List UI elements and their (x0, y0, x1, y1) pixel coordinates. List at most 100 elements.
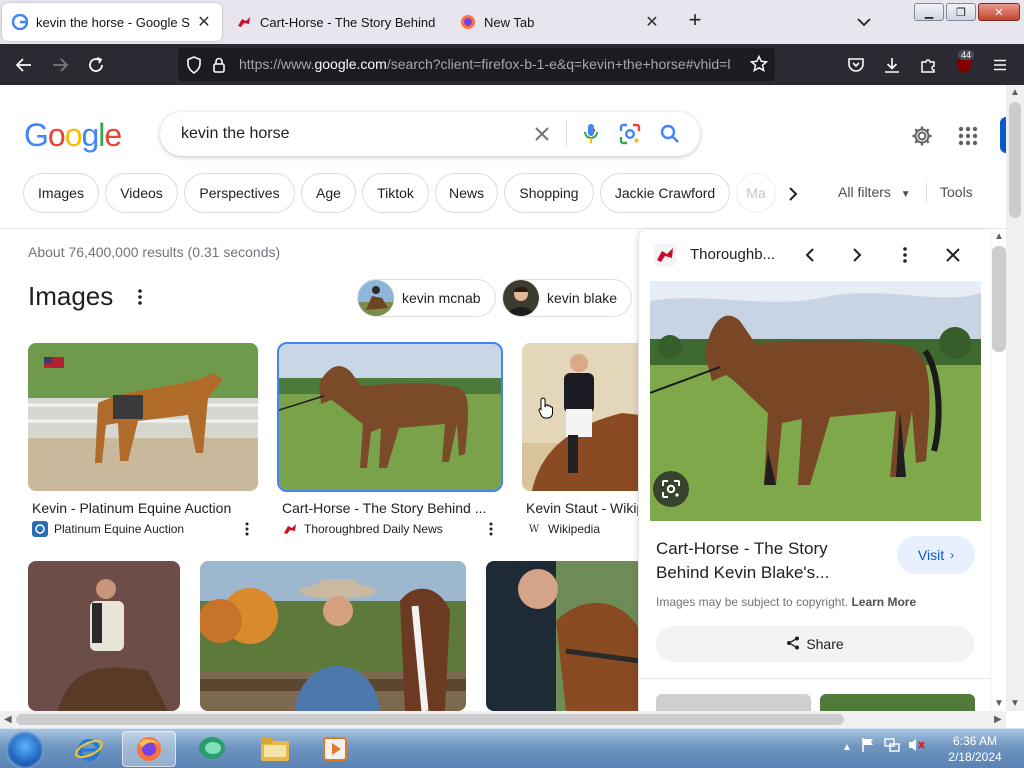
internet-explorer-icon[interactable] (62, 731, 116, 767)
chip-more[interactable]: Ma (736, 173, 776, 213)
share-label: Share (806, 636, 844, 652)
related-label: kevin mcnab (402, 290, 481, 306)
file-explorer-folder-icon[interactable] (248, 731, 302, 767)
chat-app-icon[interactable] (185, 731, 239, 767)
tdn-favicon-icon (236, 14, 252, 30)
preview-site-name[interactable]: Thoroughb... (690, 246, 775, 263)
more-options-icon[interactable] (243, 521, 251, 537)
avatar (358, 280, 394, 316)
back-arrow-icon[interactable] (11, 52, 37, 78)
scroll-left-arrow-icon[interactable]: ◀ (4, 714, 12, 725)
bookmark-star-icon[interactable] (749, 54, 769, 78)
chip-age[interactable]: Age (301, 173, 356, 213)
close-tab-icon[interactable]: ✕ (644, 12, 660, 32)
related-kevin-blake[interactable]: kevin blake (502, 279, 633, 317)
voice-search-mic-icon[interactable] (580, 123, 602, 145)
chip-news[interactable]: News (435, 173, 498, 213)
panel-scroll-down-arrow-icon[interactable]: ▼ (994, 698, 1004, 709)
lock-icon[interactable] (212, 56, 226, 79)
preview-image[interactable] (650, 281, 981, 521)
google-logo[interactable]: Google (24, 117, 122, 154)
preview-more-options-icon[interactable] (892, 242, 918, 268)
image-source[interactable]: Platinum Equine Auction (32, 521, 184, 537)
chip-tiktok[interactable]: Tiktok (362, 173, 429, 213)
image-caption[interactable]: Kevin - Platinum Equine Auction (32, 500, 258, 516)
panel-scroll-up-arrow-icon[interactable]: ▲ (994, 231, 1004, 242)
page-scroll-thumb[interactable] (1009, 102, 1021, 218)
image-result-cowboy-fence[interactable] (200, 561, 466, 711)
visit-button[interactable]: Visit › (897, 536, 975, 574)
tab-cart-horse[interactable]: Cart-Horse - The Story Behind K (226, 3, 446, 41)
scroll-right-arrow-icon[interactable]: ▶ (994, 714, 1002, 725)
media-player-icon[interactable] (308, 731, 362, 767)
google-lens-icon[interactable] (619, 123, 641, 145)
image-caption[interactable]: Kevin Staut - Wikip (526, 500, 638, 516)
scroll-down-arrow-icon[interactable]: ▼ (1010, 698, 1020, 709)
url-bar[interactable]: https://www.google.com/search?client=fir… (178, 48, 775, 81)
related-image-thumbnail[interactable] (820, 694, 975, 711)
learn-more-link[interactable]: Learn More (851, 595, 916, 609)
hamburger-menu-icon[interactable] (987, 52, 1013, 78)
window-controls: ▁ ❐ ✕ (914, 3, 1020, 21)
action-center-flag-icon[interactable] (860, 737, 876, 758)
chip-images[interactable]: Images (23, 173, 99, 213)
panel-scroll-thumb[interactable] (992, 246, 1006, 352)
search-box[interactable]: kevin the horse (160, 112, 700, 156)
restore-icon[interactable]: ❐ (946, 3, 976, 21)
tdn-favicon-icon (282, 521, 298, 537)
image-result-horseback-rider[interactable] (28, 561, 180, 711)
clear-search-icon[interactable] (531, 123, 553, 145)
new-tab-plus-icon[interactable]: + (684, 9, 706, 32)
downloads-icon[interactable] (879, 52, 905, 78)
google-apps-grid-icon[interactable] (956, 124, 980, 148)
tools-button[interactable]: Tools (940, 184, 973, 200)
start-button-windows-icon[interactable] (6, 731, 44, 768)
tab-google-search[interactable]: kevin the horse - Google Search ✕ (2, 3, 222, 41)
share-button[interactable]: Share (656, 626, 974, 662)
preview-title[interactable]: Cart-Horse - The Story Behind Kevin Blak… (656, 537, 876, 585)
chip-videos[interactable]: Videos (105, 173, 178, 213)
search-input[interactable]: kevin the horse (181, 125, 290, 143)
chip-jackie-crawford[interactable]: Jackie Crawford (600, 173, 730, 213)
image-result-cart-horse[interactable] (277, 342, 503, 492)
pocket-icon[interactable] (843, 52, 869, 78)
minimize-icon[interactable]: ▁ (914, 3, 944, 21)
tab-list-chevron-icon[interactable] (854, 12, 874, 32)
chip-shopping[interactable]: Shopping (504, 173, 594, 213)
image-caption[interactable]: Cart-Horse - The Story Behind ... (282, 500, 492, 516)
navigation-toolbar: https://www.google.com/search?client=fir… (0, 44, 1024, 85)
close-tab-icon[interactable]: ✕ (196, 12, 212, 32)
settings-gear-icon[interactable] (910, 124, 934, 148)
preview-previous-icon[interactable] (797, 242, 823, 268)
more-options-icon[interactable] (487, 521, 495, 537)
tab-new-tab[interactable]: New Tab ✕ (450, 3, 670, 41)
images-more-options-icon[interactable] (132, 287, 148, 307)
taskbar-clock[interactable]: 6:36 AM 2/18/2024 (940, 733, 1010, 765)
tracking-shield-icon[interactable] (186, 56, 202, 79)
url-domain: google.com (314, 56, 387, 72)
chip-perspectives[interactable]: Perspectives (184, 173, 295, 213)
horizontal-scroll-thumb[interactable] (16, 714, 844, 725)
search-inside-image-lens-icon[interactable] (653, 471, 689, 507)
firefox-taskbar-icon[interactable] (122, 731, 176, 767)
related-image-thumbnail[interactable] (656, 694, 811, 711)
network-icon[interactable] (884, 737, 900, 758)
related-kevin-mcnab[interactable]: kevin mcnab (357, 279, 496, 317)
logo-letter: o (47, 117, 66, 153)
image-result-horse-bridle[interactable] (486, 561, 640, 711)
all-filters-button[interactable]: All filters ▼ (838, 184, 911, 200)
scroll-up-arrow-icon[interactable]: ▲ (1010, 87, 1020, 98)
preview-next-icon[interactable] (844, 242, 870, 268)
reload-icon[interactable] (83, 52, 109, 78)
window-close-icon[interactable]: ✕ (978, 3, 1020, 21)
image-source[interactable]: Thoroughbred Daily News (282, 521, 443, 537)
show-hidden-icons-icon[interactable]: ▲ (842, 742, 852, 753)
chips-next-chevron-icon[interactable] (782, 183, 804, 205)
volume-muted-icon[interactable] (908, 737, 926, 758)
extensions-puzzle-icon[interactable] (915, 52, 941, 78)
preview-close-icon[interactable] (940, 242, 966, 268)
forward-arrow-icon[interactable] (47, 52, 73, 78)
image-result-kevin-platinum[interactable] (28, 343, 258, 491)
search-magnifier-icon[interactable] (659, 123, 681, 145)
image-source[interactable]: W Wikipedia (526, 521, 600, 537)
